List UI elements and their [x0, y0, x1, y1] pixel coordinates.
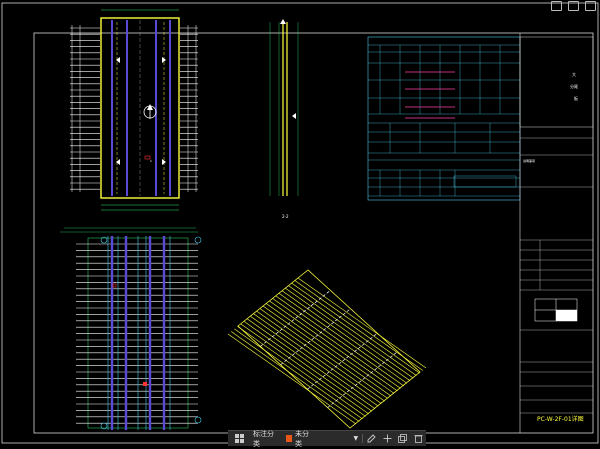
notes-label: 说明事项 [523, 158, 535, 163]
drawing-number: PC-W-2F-01详图 [537, 415, 584, 423]
section-label: 2-2 [282, 214, 289, 219]
window-controls [551, 1, 596, 11]
cad-drawing-canvas[interactable]: 1 2-2 大 分尾 板 说明事项 PC-W-2F-01详图 [0, 0, 600, 445]
grid-icon [233, 433, 245, 445]
copy-icon[interactable] [397, 433, 408, 445]
move-icon[interactable] [382, 433, 393, 445]
unclassified-label: 未分类 [294, 429, 309, 448]
unclassified-swatch-icon [285, 435, 292, 442]
title-line-1: 大 [572, 71, 576, 77]
chevron-down-icon: ▼ [353, 435, 359, 442]
annotation-classify-label: 标注分类 [253, 429, 274, 448]
title-line-2: 分尾 [570, 83, 578, 89]
edit-icon[interactable] [366, 433, 377, 445]
delete-icon[interactable] [413, 433, 424, 445]
maximize-icon[interactable] [568, 1, 579, 11]
minimize-icon[interactable] [551, 1, 562, 11]
layers-button[interactable] [228, 431, 250, 446]
title-line-3: 板 [574, 95, 578, 101]
annotation-toolbar: 标注分类 未分类 ▼ [228, 429, 426, 448]
close-icon[interactable] [585, 1, 596, 11]
svg-text:1: 1 [150, 159, 152, 163]
unclassified-dropdown[interactable]: 未分类 ▼ [283, 429, 361, 448]
